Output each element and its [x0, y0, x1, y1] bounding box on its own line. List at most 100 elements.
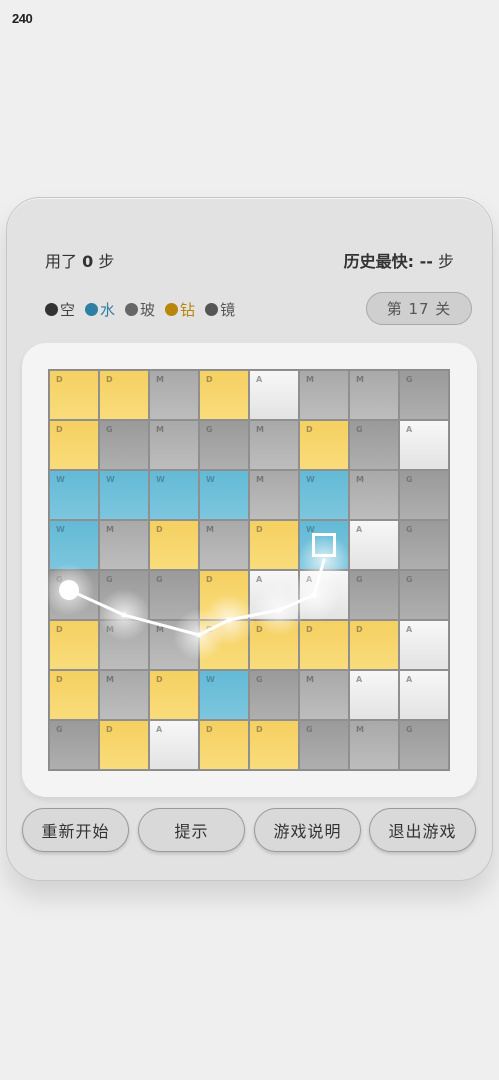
- legend-dot-empty: [45, 303, 58, 316]
- cell-type-label: A: [356, 525, 363, 534]
- board-cell[interactable]: G: [199, 420, 249, 470]
- board-cell[interactable]: M: [99, 520, 149, 570]
- board-cell[interactable]: D: [49, 370, 99, 420]
- board-cell[interactable]: W: [299, 470, 349, 520]
- board-cell[interactable]: W: [49, 470, 99, 520]
- best-prefix: 历史最快:: [343, 252, 420, 271]
- board-cell[interactable]: G: [399, 370, 449, 420]
- board-cell[interactable]: D: [249, 720, 299, 770]
- game-board[interactable]: D D M D A M M G D G M G M D G A W W W W M W M G W M D M D W A G G G G D A A G G…: [48, 369, 450, 771]
- board-cell[interactable]: M: [249, 470, 299, 520]
- cell-type-label: D: [206, 725, 213, 734]
- cell-type-label: M: [156, 425, 164, 434]
- board-cell[interactable]: M: [249, 420, 299, 470]
- board-cell[interactable]: A: [249, 370, 299, 420]
- cell-type-label: M: [256, 475, 264, 484]
- legend-label-mirror: 镜: [220, 301, 236, 319]
- board-cell[interactable]: W: [299, 520, 349, 570]
- cell-type-label: D: [206, 375, 213, 384]
- board-cell[interactable]: W: [199, 670, 249, 720]
- board-cell[interactable]: D: [99, 370, 149, 420]
- cell-type-label: D: [306, 625, 313, 634]
- cell-type-label: W: [306, 475, 315, 484]
- board-cell[interactable]: G: [399, 470, 449, 520]
- board-cell[interactable]: D: [249, 520, 299, 570]
- exit-game-button[interactable]: 退出游戏: [369, 808, 476, 852]
- board-cell[interactable]: D: [49, 620, 99, 670]
- board-cell[interactable]: G: [399, 720, 449, 770]
- board-cell[interactable]: G: [249, 670, 299, 720]
- board-cell[interactable]: A: [299, 570, 349, 620]
- board-cell[interactable]: A: [399, 670, 449, 720]
- board-cell[interactable]: M: [349, 470, 399, 520]
- legend-item-empty: 空: [45, 299, 75, 320]
- board-cell[interactable]: G: [49, 570, 99, 620]
- board-cell[interactable]: D: [49, 670, 99, 720]
- board-cell[interactable]: D: [199, 720, 249, 770]
- board-cell[interactable]: M: [349, 720, 399, 770]
- cell-type-label: A: [156, 725, 163, 734]
- board-cell[interactable]: G: [299, 720, 349, 770]
- board-cell[interactable]: A: [249, 570, 299, 620]
- cell-type-label: G: [306, 725, 313, 734]
- legend-item-glass: 玻: [125, 299, 155, 320]
- legend-label-glass: 玻: [140, 301, 156, 319]
- board-cell[interactable]: M: [149, 370, 199, 420]
- board-cell[interactable]: D: [349, 620, 399, 670]
- cell-type-label: M: [306, 375, 314, 384]
- board-cell[interactable]: G: [49, 720, 99, 770]
- board-cell[interactable]: W: [199, 470, 249, 520]
- board-cell[interactable]: M: [199, 520, 249, 570]
- board-cell[interactable]: D: [199, 570, 249, 620]
- board-cell[interactable]: M: [149, 420, 199, 470]
- board-cell[interactable]: D: [149, 520, 199, 570]
- legend-item-water: 水: [85, 299, 115, 320]
- board-cell[interactable]: G: [399, 570, 449, 620]
- board-cell[interactable]: A: [399, 420, 449, 470]
- board-cell[interactable]: G: [399, 520, 449, 570]
- board-cell[interactable]: M: [99, 620, 149, 670]
- board-cell[interactable]: A: [349, 670, 399, 720]
- board-cell[interactable]: W: [49, 520, 99, 570]
- level-indicator: 第 17 关: [366, 292, 472, 325]
- board-cell[interactable]: M: [349, 370, 399, 420]
- legend-dot-water: [85, 303, 99, 316]
- board-cell[interactable]: D: [149, 670, 199, 720]
- cell-type-label: M: [356, 725, 364, 734]
- board-cell[interactable]: G: [149, 570, 199, 620]
- board-cell[interactable]: D: [199, 370, 249, 420]
- instructions-button[interactable]: 游戏说明: [254, 808, 361, 852]
- cell-type-label: D: [106, 725, 113, 734]
- board-cell[interactable]: M: [99, 670, 149, 720]
- board-cell[interactable]: G: [349, 420, 399, 470]
- cell-type-label: M: [256, 425, 264, 434]
- cell-type-label: D: [106, 375, 113, 384]
- legend-label-water: 水: [100, 301, 116, 319]
- cell-type-label: D: [306, 425, 313, 434]
- board-cell[interactable]: D: [299, 420, 349, 470]
- board-cell[interactable]: A: [349, 520, 399, 570]
- steps-counter: 用了 0 步: [45, 248, 114, 272]
- board-cell[interactable]: D: [49, 420, 99, 470]
- cell-type-label: W: [206, 475, 215, 484]
- board-cell[interactable]: D: [249, 620, 299, 670]
- legend-dot-glass: [125, 303, 139, 316]
- cell-type-label: G: [256, 675, 263, 684]
- board-cell[interactable]: M: [299, 370, 349, 420]
- cell-type-label: A: [256, 575, 263, 584]
- board-cell[interactable]: W: [99, 470, 149, 520]
- board-cell[interactable]: G: [99, 420, 149, 470]
- board-cell[interactable]: A: [149, 720, 199, 770]
- hint-button[interactable]: 提示: [138, 808, 245, 852]
- board-cell[interactable]: D: [299, 620, 349, 670]
- board-cell[interactable]: D: [199, 620, 249, 670]
- cell-type-label: W: [156, 475, 165, 484]
- restart-button[interactable]: 重新开始: [22, 808, 129, 852]
- board-cell[interactable]: M: [149, 620, 199, 670]
- board-cell[interactable]: G: [99, 570, 149, 620]
- board-cell[interactable]: D: [99, 720, 149, 770]
- board-cell[interactable]: W: [149, 470, 199, 520]
- board-cell[interactable]: G: [349, 570, 399, 620]
- board-cell[interactable]: A: [399, 620, 449, 670]
- board-cell[interactable]: M: [299, 670, 349, 720]
